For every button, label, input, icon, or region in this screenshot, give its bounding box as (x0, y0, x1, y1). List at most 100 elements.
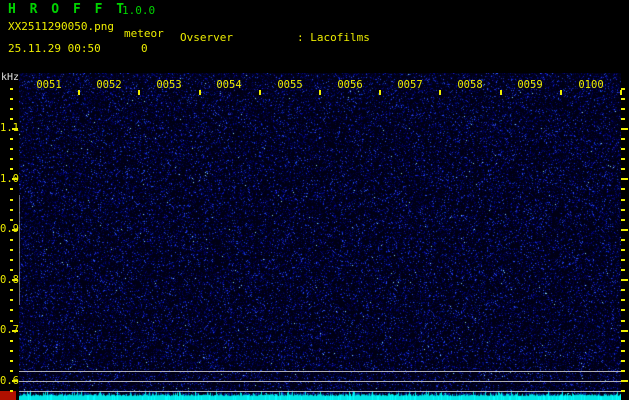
tick-mark (12, 380, 18, 382)
tick-mark (439, 90, 441, 95)
tick-mark (10, 269, 13, 271)
tick-mark (621, 168, 625, 170)
tick-mark (621, 128, 628, 130)
tick-mark (10, 148, 13, 150)
tick-mark (621, 239, 625, 241)
tick-mark (621, 209, 625, 211)
x-tick-label: 0051 (36, 79, 61, 91)
tick-mark (199, 90, 201, 95)
tick-mark (10, 209, 13, 211)
record-datetime: 25.11.29 00:50 (8, 42, 101, 55)
tick-mark (10, 350, 13, 352)
x-tick-label: 0055 (277, 79, 302, 91)
tick-mark (621, 249, 625, 251)
tick-mark (10, 199, 13, 201)
x-tick-label: 0053 (156, 79, 181, 91)
tick-mark (621, 178, 628, 180)
tick-mark (621, 229, 628, 231)
spectrogram-canvas (19, 73, 621, 400)
tick-mark (10, 360, 13, 362)
tick-mark (621, 299, 625, 301)
tick-mark (10, 98, 13, 100)
info-row-observer: Ovserver: Lacofilms (180, 31, 463, 44)
tick-mark (10, 138, 13, 140)
y-axis-unit-label: kHz (1, 72, 19, 83)
tick-mark (319, 90, 321, 95)
x-tick-label: 0056 (337, 79, 362, 91)
tick-mark (621, 108, 625, 110)
tick-mark (621, 199, 625, 201)
tick-mark (10, 390, 13, 392)
tick-mark (12, 178, 18, 180)
tick-mark (621, 188, 625, 190)
x-tick-label: 0057 (397, 79, 422, 91)
tick-mark (621, 118, 625, 120)
tick-mark (621, 390, 625, 392)
plot-left-border (19, 195, 20, 305)
output-filename: XX2511290050.png (8, 20, 114, 33)
tick-mark (621, 340, 625, 342)
tick-mark (621, 259, 625, 261)
tick-mark (560, 90, 562, 95)
tick-mark (10, 239, 13, 241)
tick-mark (10, 108, 13, 110)
tick-mark (10, 188, 13, 190)
tick-mark (621, 370, 625, 372)
tick-mark (621, 98, 625, 100)
tick-mark (500, 90, 502, 95)
tick-mark (10, 340, 13, 342)
info-colon: : (297, 31, 304, 44)
x-tick-label: 0054 (216, 79, 241, 91)
tick-mark (78, 90, 80, 95)
tick-mark (621, 88, 625, 90)
tick-mark (621, 360, 625, 362)
tick-mark (621, 158, 625, 160)
x-tick-label: 0059 (517, 79, 542, 91)
x-tick-label: 0100 (578, 79, 603, 91)
tick-mark (10, 309, 13, 311)
mode-label: meteor (124, 27, 164, 40)
tick-mark (10, 88, 13, 90)
tick-mark (621, 289, 625, 291)
tick-mark (10, 259, 13, 261)
tick-mark (12, 229, 18, 231)
tick-mark (621, 309, 625, 311)
tick-mark (621, 320, 625, 322)
tick-mark (621, 330, 628, 332)
reference-line (19, 381, 621, 382)
tick-mark (621, 148, 625, 150)
tick-mark (620, 90, 622, 95)
tick-mark (138, 90, 140, 95)
info-label: Ovserver (180, 31, 297, 44)
tick-mark (621, 350, 625, 352)
tick-mark (10, 118, 13, 120)
tick-mark (259, 90, 261, 95)
tick-mark (10, 158, 13, 160)
hrofft-output-window: H R O F F T 1.0.0 XX2511290050.png meteo… (0, 0, 629, 400)
x-tick-label: 0058 (457, 79, 482, 91)
info-value: Lacofilms (310, 31, 370, 44)
tick-mark (379, 90, 381, 95)
tick-mark (10, 370, 13, 372)
tick-mark (10, 320, 13, 322)
reference-line (19, 371, 621, 372)
tick-mark (621, 269, 625, 271)
app-title: H R O F F T (8, 2, 127, 17)
tick-mark (12, 330, 18, 332)
tick-mark (12, 279, 18, 281)
tick-mark (621, 279, 628, 281)
status-marker-red (0, 391, 16, 400)
tick-mark (10, 289, 13, 291)
tick-mark (12, 128, 18, 130)
x-tick-label: 0052 (96, 79, 121, 91)
echo-count: 0 (141, 42, 148, 55)
tick-mark (10, 168, 13, 170)
tick-mark (621, 380, 628, 382)
tick-mark (10, 249, 13, 251)
tick-mark (621, 138, 625, 140)
tick-mark (621, 219, 625, 221)
app-version: 1.0.0 (122, 4, 155, 17)
tick-mark (10, 299, 13, 301)
tick-mark (10, 219, 13, 221)
reference-line (19, 391, 621, 392)
